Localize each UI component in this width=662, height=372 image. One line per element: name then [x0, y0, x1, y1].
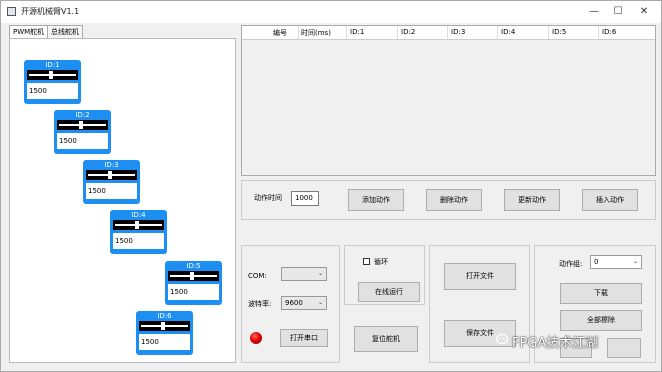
servo-id-label: ID:3	[104, 161, 119, 169]
close-button[interactable]: ✕	[631, 3, 657, 21]
col-header-id3[interactable]: ID:3	[451, 28, 465, 36]
servo-slider[interactable]	[113, 220, 164, 230]
col-header-index[interactable]: 编号	[273, 28, 287, 38]
reset-servo-button[interactable]: 复位舵机	[354, 326, 418, 352]
chevron-down-icon: ⌄	[317, 299, 323, 306]
servo-value-field[interactable]: 1500	[86, 183, 137, 199]
slider-thumb[interactable]	[108, 171, 112, 179]
servo-widget-5: ID:5 1500	[165, 261, 222, 305]
servo-slider[interactable]	[168, 271, 219, 281]
com-select[interactable]: ⌄	[281, 267, 327, 281]
chevron-down-icon: ⌄	[632, 258, 638, 265]
wechat-icon	[496, 333, 509, 345]
slider-thumb[interactable]	[135, 221, 139, 229]
maximize-button[interactable]: ☐	[605, 3, 631, 21]
action-table[interactable]: 编号 时间(ms) ID:1 ID:2 ID:3 ID:4 ID:5 ID:6	[241, 25, 656, 176]
servo-widget-4: ID:4 1500	[110, 210, 167, 254]
app-window: 开源机械臂V1.1 — ☐ ✕ PWM舵机 总线舵机 ID:1 1500 ID:…	[0, 0, 662, 372]
servo-widget-6: ID:6 1500	[136, 311, 193, 355]
servo-widget-2: ID:2 1500	[54, 110, 111, 154]
col-header-time[interactable]: 时间(ms)	[301, 28, 331, 38]
table-header: 编号 时间(ms) ID:1 ID:2 ID:3 ID:4 ID:5 ID:6	[242, 26, 655, 40]
servo-value-field[interactable]: 1500	[113, 233, 164, 249]
servo-id-label: ID:5	[186, 262, 201, 270]
action-time-input[interactable]: 1000	[291, 191, 319, 206]
servo-panel: ID:1 1500 ID:2 1500 ID:3 1500 ID:4 1500 …	[9, 38, 236, 363]
slider-thumb[interactable]	[49, 71, 53, 79]
com-label: COM:	[248, 272, 267, 280]
col-header-id5[interactable]: ID:5	[552, 28, 566, 36]
tab-bus-servo[interactable]: 总线舵机	[47, 25, 83, 38]
servo-slider[interactable]	[57, 120, 108, 130]
action-time-label: 动作时间	[254, 194, 282, 202]
window-title: 开源机械臂V1.1	[21, 7, 80, 16]
baud-rate-value: 9600	[285, 299, 303, 307]
slider-thumb[interactable]	[190, 272, 194, 280]
col-header-id2[interactable]: ID:2	[401, 28, 415, 36]
online-run-button[interactable]: 在线运行	[358, 282, 420, 302]
app-icon	[7, 7, 16, 16]
minimize-button[interactable]: —	[581, 3, 607, 21]
insert-action-button[interactable]: 插入动作	[582, 189, 638, 211]
col-header-id1[interactable]: ID:1	[350, 28, 364, 36]
servo-slider[interactable]	[86, 170, 137, 180]
servo-slider[interactable]	[27, 70, 78, 80]
col-header-id4[interactable]: ID:4	[501, 28, 515, 36]
loop-label: 循环	[374, 258, 388, 266]
add-action-button[interactable]: 添加动作	[348, 189, 404, 211]
watermark-text: FPGA技术江湖	[512, 336, 599, 351]
title-bar: 开源机械臂V1.1 — ☐ ✕	[1, 1, 661, 23]
action-group-value: 0	[594, 258, 599, 266]
servo-id-label: ID:4	[131, 211, 146, 219]
action-controls-group: 动作时间 1000 添加动作 删除动作 更新动作 插入动作	[241, 180, 656, 220]
open-serial-button[interactable]: 打开串口	[280, 329, 328, 347]
slider-thumb[interactable]	[79, 121, 83, 129]
update-action-button[interactable]: 更新动作	[504, 189, 560, 211]
servo-value-field[interactable]: 1500	[168, 284, 219, 300]
connection-status-led	[250, 332, 262, 344]
slider-thumb[interactable]	[161, 322, 165, 330]
run-group: 循环 在线运行	[344, 245, 425, 305]
chevron-down-icon: ⌄	[317, 270, 323, 277]
servo-id-label: ID:1	[45, 61, 60, 69]
extra-button-right[interactable]	[607, 338, 641, 358]
download-button[interactable]: 下载	[560, 283, 642, 304]
servo-value-field[interactable]: 1500	[57, 133, 108, 149]
loop-checkbox[interactable]	[363, 258, 370, 265]
servo-id-label: ID:2	[75, 111, 90, 119]
action-group-select[interactable]: 0 ⌄	[590, 255, 642, 269]
tab-pwm-servo[interactable]: PWM舵机	[9, 25, 49, 39]
erase-all-button[interactable]: 全部擦除	[560, 310, 642, 331]
col-header-id6[interactable]: ID:6	[602, 28, 616, 36]
open-file-button[interactable]: 打开文件	[444, 263, 516, 290]
servo-slider[interactable]	[139, 321, 190, 331]
servo-widget-3: ID:3 1500	[83, 160, 140, 204]
servo-widget-1: ID:1 1500	[24, 60, 81, 104]
action-group-label: 动作组:	[559, 260, 583, 268]
baud-rate-label: 波特率:	[248, 300, 272, 308]
baud-rate-select[interactable]: 9600 ⌄	[281, 296, 327, 310]
delete-action-button[interactable]: 删除动作	[426, 189, 482, 211]
servo-value-field[interactable]: 1500	[27, 83, 78, 99]
servo-id-label: ID:6	[157, 312, 172, 320]
servo-value-field[interactable]: 1500	[139, 334, 190, 350]
serial-port-group: COM: ⌄ 波特率: 9600 ⌄ 打开串口	[241, 245, 340, 363]
